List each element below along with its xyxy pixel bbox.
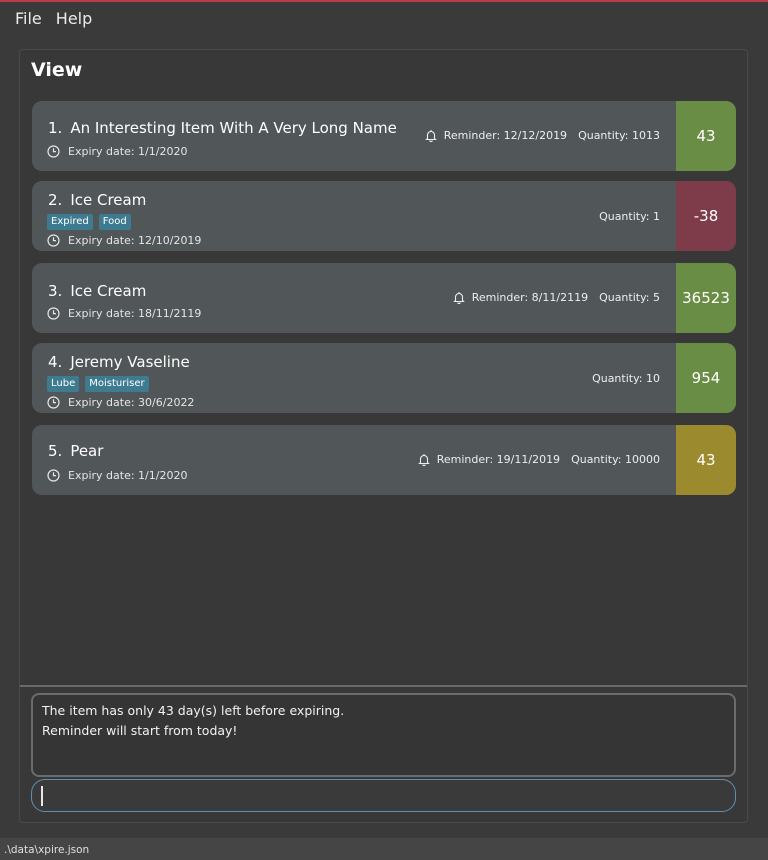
item-card[interactable]: 5. Pear Expiry date: 1/1/2020 Reminder: 1… xyxy=(32,425,736,495)
item-expiry-text: Expiry date: 18/11/2119 xyxy=(68,307,202,320)
item-meta: Reminder: 12/12/2019 Quantity: 1013 xyxy=(424,129,660,142)
status-bar: .\data\xpire.json xyxy=(0,838,768,860)
item-expiry: Expiry date: 30/6/2022 xyxy=(47,396,194,409)
tag-badge: Expired xyxy=(47,214,93,230)
item-index: 5. xyxy=(48,442,63,460)
days-left-badge: 36523 xyxy=(676,263,736,333)
item-index: 2. xyxy=(48,191,63,209)
item-name-row: 4. Jeremy Vaseline xyxy=(48,353,190,371)
tag-badge: Moisturiser xyxy=(85,376,149,392)
item-meta: Reminder: 19/11/2019 Quantity: 10000 xyxy=(417,453,660,466)
item-name: Ice Cream xyxy=(70,191,147,209)
days-left-badge: 43 xyxy=(676,101,736,171)
item-expiry-text: Expiry date: 12/10/2019 xyxy=(68,234,202,247)
menu-bar: File Help xyxy=(0,2,768,34)
menu-help[interactable]: Help xyxy=(49,5,99,32)
item-name: Jeremy Vaseline xyxy=(70,353,190,371)
item-name-row: 3. Ice Cream xyxy=(48,282,146,300)
item-index: 4. xyxy=(48,353,63,371)
item-quantity: Quantity: 10000 xyxy=(571,453,660,466)
result-display: The item has only 43 day(s) left before … xyxy=(31,693,736,777)
clock-icon xyxy=(47,307,60,320)
item-expiry-text: Expiry date: 1/1/2020 xyxy=(68,469,188,482)
item-expiry-text: Expiry date: 30/6/2022 xyxy=(68,396,195,409)
item-meta: Reminder: 8/11/2119 Quantity: 5 xyxy=(452,291,660,304)
item-index: 3. xyxy=(48,282,63,300)
menu-file[interactable]: File xyxy=(8,5,49,32)
item-quantity: Quantity: 10 xyxy=(592,372,660,385)
item-index: 1. xyxy=(48,119,63,137)
text-caret xyxy=(41,786,43,806)
command-input[interactable] xyxy=(31,779,736,812)
bell-icon xyxy=(424,129,437,142)
item-tags: Lube Moisturiser xyxy=(47,376,149,392)
item-card[interactable]: 2. Ice Cream Expired Food Expiry date: 12… xyxy=(32,181,736,251)
tag-badge: Lube xyxy=(47,376,80,392)
item-meta: Quantity: 1 xyxy=(599,210,660,223)
item-tags: Expired Food xyxy=(47,214,131,230)
item-quantity: Quantity: 5 xyxy=(599,291,660,304)
item-meta: Quantity: 10 xyxy=(592,372,660,385)
days-left-badge: 954 xyxy=(676,343,736,413)
item-name-row: 5. Pear xyxy=(48,442,103,460)
clock-icon xyxy=(47,396,60,409)
clock-icon xyxy=(47,469,60,482)
item-card[interactable]: 3. Ice Cream Expiry date: 18/11/2119 Remi… xyxy=(32,263,736,333)
item-quantity: Quantity: 1013 xyxy=(578,129,660,142)
item-name: Pear xyxy=(70,442,104,460)
item-name: Ice Cream xyxy=(70,282,147,300)
clock-icon xyxy=(47,145,60,158)
item-expiry: Expiry date: 1/1/2020 xyxy=(47,469,187,482)
item-reminder: Reminder: 19/11/2019 xyxy=(436,453,561,466)
clock-icon xyxy=(47,234,60,247)
item-card[interactable]: 1. An Interesting Item With A Very Long N… xyxy=(32,101,736,171)
item-expiry: Expiry date: 12/10/2019 xyxy=(47,234,201,247)
item-quantity: Quantity: 1 xyxy=(599,210,660,223)
bell-icon xyxy=(452,291,465,304)
item-expiry: Expiry date: 18/11/2119 xyxy=(47,307,201,320)
result-line: Reminder will start from today! xyxy=(42,723,238,738)
result-line: The item has only 43 day(s) left before … xyxy=(42,703,345,718)
tag-badge: Food xyxy=(98,214,131,230)
days-left-badge: 43 xyxy=(676,425,736,495)
bell-icon xyxy=(417,453,430,466)
item-name-row: 1. An Interesting Item With A Very Long N… xyxy=(48,119,397,137)
item-name-row: 2. Ice Cream xyxy=(48,191,146,209)
days-left-badge: -38 xyxy=(676,181,736,251)
item-expiry-text: Expiry date: 1/1/2020 xyxy=(68,145,188,158)
item-expiry: Expiry date: 1/1/2020 xyxy=(47,145,187,158)
item-card[interactable]: 4. Jeremy Vaseline Lube Moisturiser Expir… xyxy=(32,343,736,413)
result-divider[interactable] xyxy=(20,685,747,687)
item-reminder: Reminder: 12/12/2019 xyxy=(443,129,568,142)
view-title: View xyxy=(31,59,83,81)
item-name: An Interesting Item With A Very Long Nam… xyxy=(70,119,397,137)
data-file-path: .\data\xpire.json xyxy=(4,844,90,856)
main-panel: View 1. An Interesting Item With A Very L… xyxy=(19,49,748,823)
item-reminder: Reminder: 8/11/2119 xyxy=(471,291,589,304)
